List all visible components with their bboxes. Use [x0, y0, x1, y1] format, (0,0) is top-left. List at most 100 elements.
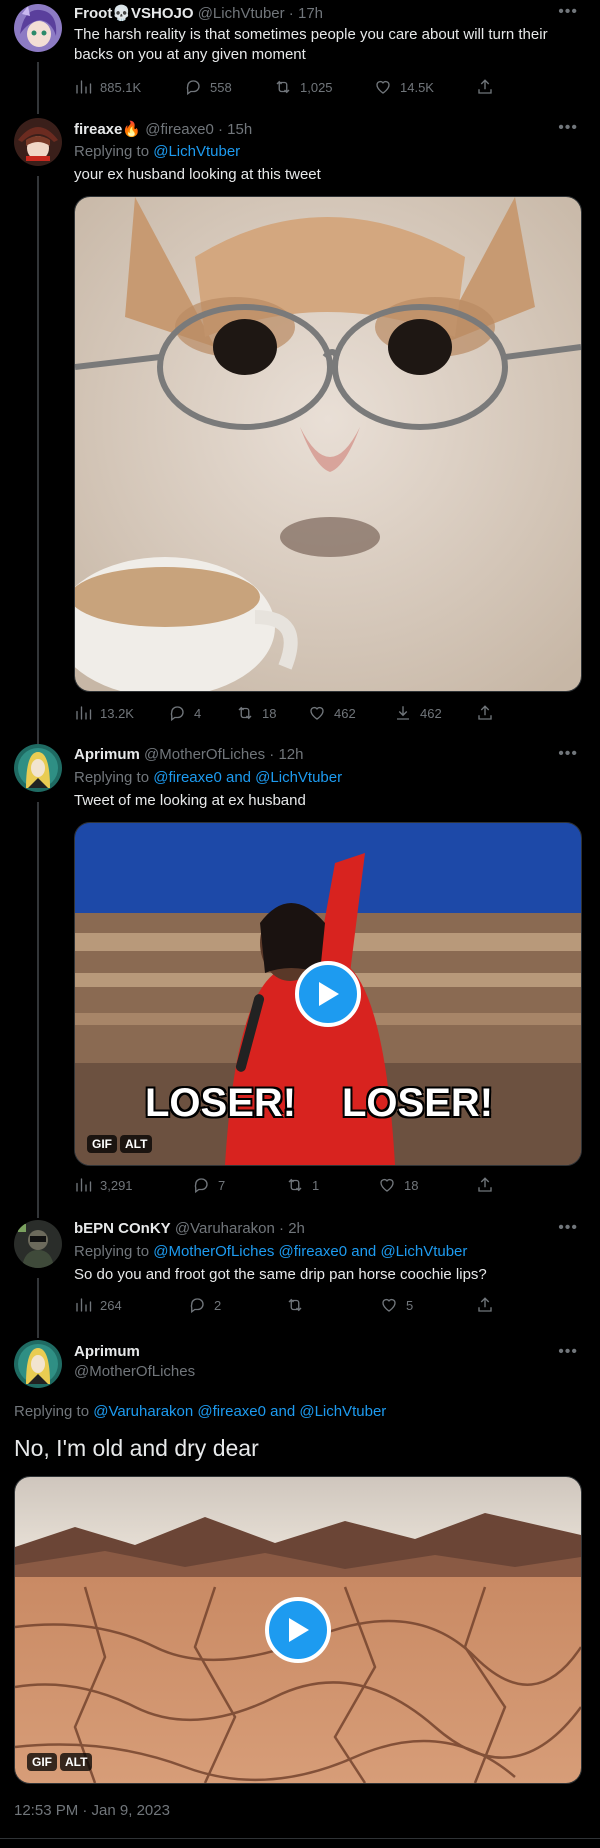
- thread-line: [37, 1278, 39, 1338]
- like-button[interactable]: 462: [308, 704, 356, 722]
- views-icon: [76, 80, 92, 94]
- gif-badge: GIF: [87, 1135, 117, 1153]
- handle-time[interactable]: @fireaxe0 · 15h: [145, 121, 252, 138]
- views-button[interactable]: 885.1K: [74, 78, 141, 96]
- reply-button[interactable]: 2: [188, 1296, 221, 1314]
- replying-to: Replying to @fireaxe0 and @LichVtuber: [74, 769, 342, 786]
- tweet-header: bEPN COnKY @Varuharakon · 2h: [74, 1220, 305, 1237]
- like-count: 18: [404, 1177, 419, 1193]
- views-icon: [76, 1178, 92, 1192]
- share-button[interactable]: [476, 78, 494, 96]
- thread-line: [37, 802, 39, 1218]
- views-button[interactable]: 13.2K: [74, 704, 134, 722]
- retweet-button[interactable]: 1,025: [274, 78, 333, 96]
- alt-badge[interactable]: ALT: [60, 1753, 93, 1771]
- share-button[interactable]: [476, 704, 494, 722]
- handle[interactable]: @MotherOfLiches: [74, 1363, 195, 1380]
- views-count: 13.2K: [100, 705, 134, 721]
- display-name[interactable]: Aprimum: [74, 1343, 140, 1360]
- views-icon: [76, 1298, 92, 1312]
- share-button[interactable]: [476, 1296, 494, 1314]
- alt-badge[interactable]: ALT: [120, 1135, 153, 1153]
- heart-icon: [382, 1298, 396, 1312]
- reply-count: 2: [214, 1297, 222, 1313]
- reply-icon: [186, 80, 200, 96]
- cat-with-glasses-image: [75, 197, 581, 691]
- reply-count: 4: [194, 705, 202, 721]
- handle-time[interactable]: @Varuharakon · 2h: [175, 1220, 305, 1237]
- heart-icon: [376, 80, 390, 94]
- like-count: 5: [406, 1297, 414, 1313]
- avatar[interactable]: [14, 1340, 62, 1388]
- play-button[interactable]: [265, 1597, 331, 1663]
- avatar[interactable]: [14, 4, 62, 52]
- replying-to-link[interactable]: @MotherOfLiches @fireaxe0 and @LichVtube…: [153, 1243, 467, 1260]
- more-options-button[interactable]: •••: [558, 1343, 578, 1361]
- play-icon: [319, 982, 339, 1006]
- retweet-icon: [276, 80, 290, 94]
- tweet-text: The harsh reality is that sometimes peop…: [74, 26, 548, 63]
- oprah-gif-media[interactable]: LOSER! LOSER! GIF ALT: [74, 822, 582, 1166]
- display-name[interactable]: fireaxe🔥: [74, 121, 141, 138]
- more-options-button[interactable]: •••: [558, 1219, 578, 1237]
- replying-prefix: Replying to: [74, 1243, 154, 1260]
- share-icon: [478, 1177, 492, 1192]
- like-button[interactable]: 14.5K: [374, 78, 434, 96]
- like-button[interactable]: 5: [380, 1296, 413, 1314]
- cat-gif-media[interactable]: [74, 196, 582, 692]
- desert-gif-media[interactable]: GIF ALT: [14, 1476, 582, 1784]
- reply-button[interactable]: 7: [192, 1176, 225, 1194]
- reply-button[interactable]: 558: [184, 78, 232, 96]
- replying-to-link[interactable]: @LichVtuber: [153, 143, 240, 160]
- more-options-button[interactable]: •••: [558, 3, 578, 21]
- tweet-text: Tweet of me looking at ex husband: [74, 792, 306, 809]
- avatar[interactable]: [14, 118, 62, 166]
- views-count: 3,291: [100, 1177, 133, 1193]
- share-icon: [478, 705, 492, 720]
- timestamp[interactable]: 12:53 PM · Jan 9, 2023: [14, 1802, 170, 1819]
- retweet-icon: [238, 706, 252, 720]
- avatar[interactable]: [14, 1220, 62, 1268]
- replying-to-link[interactable]: @Varuharakon @fireaxe0 and @LichVtuber: [93, 1403, 386, 1420]
- replying-to-link[interactable]: @fireaxe0 and @LichVtuber: [153, 769, 342, 786]
- more-options-button[interactable]: •••: [558, 745, 578, 763]
- retweet-button[interactable]: 1: [286, 1176, 319, 1194]
- display-name[interactable]: Aprimum: [74, 746, 140, 763]
- action-bar: 13.2K 4 18 462 462: [74, 704, 514, 724]
- avatar[interactable]: [14, 744, 62, 792]
- gif-caption-left: LOSER!: [145, 1081, 297, 1125]
- share-button[interactable]: [476, 1176, 494, 1194]
- download-button[interactable]: 462: [394, 704, 442, 722]
- play-button[interactable]: [295, 961, 361, 1027]
- tweet-header: fireaxe🔥 @fireaxe0 · 15h: [74, 120, 252, 138]
- retweet-button[interactable]: 18: [236, 704, 276, 722]
- tweet-text: your ex husband looking at this tweet: [74, 166, 321, 183]
- replying-prefix: Replying to: [74, 769, 154, 786]
- reply-button[interactable]: 4: [168, 704, 201, 722]
- retweet-icon: [288, 1178, 302, 1192]
- views-button[interactable]: 3,291: [74, 1176, 133, 1194]
- media-badges: GIF ALT: [27, 1753, 93, 1771]
- display-name[interactable]: bEPN COnKY: [74, 1220, 171, 1237]
- replying-to: Replying to @LichVtuber: [74, 143, 240, 160]
- share-icon: [478, 79, 492, 94]
- retweet-button[interactable]: [286, 1296, 312, 1314]
- display-name[interactable]: Froot💀VSHOJO: [74, 5, 194, 22]
- like-count: 462: [334, 705, 356, 721]
- tweet-header: Aprimum @MotherOfLiches · 12h: [74, 746, 303, 763]
- replying-prefix: Replying to: [74, 143, 154, 160]
- reply-count: 558: [210, 79, 232, 95]
- download-icon: [397, 706, 409, 720]
- tweet-text: So do you and froot got the same drip pa…: [74, 1266, 487, 1283]
- heart-icon: [380, 1178, 394, 1192]
- handle-time[interactable]: @MotherOfLiches · 12h: [144, 746, 303, 763]
- tweet-header: Froot💀VSHOJO @LichVtuber · 17h: [74, 4, 323, 22]
- handle-time[interactable]: @LichVtuber · 17h: [198, 5, 323, 22]
- like-count: 14.5K: [400, 79, 434, 95]
- gif-badge: GIF: [27, 1753, 57, 1771]
- more-options-button[interactable]: •••: [558, 119, 578, 137]
- like-button[interactable]: 18: [378, 1176, 418, 1194]
- views-button[interactable]: 264: [74, 1296, 122, 1314]
- action-bar: 885.1K 558 1,025 14.5K: [74, 78, 514, 98]
- play-icon: [289, 1618, 309, 1642]
